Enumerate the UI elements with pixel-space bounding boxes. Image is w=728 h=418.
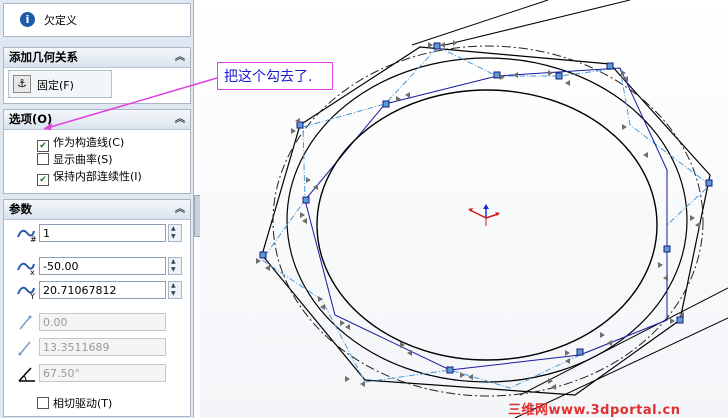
spline-x-coordinate-icon: x <box>16 258 38 277</box>
spline-point[interactable] <box>576 348 584 356</box>
spline-point[interactable] <box>663 245 671 253</box>
x-coordinate-field[interactable]: -50.00 <box>39 257 166 275</box>
spline-point[interactable] <box>606 62 614 70</box>
show-curvature-label: 显示曲率(S) <box>53 153 113 166</box>
collapse-icon[interactable]: ︽ <box>175 200 185 219</box>
annotation-callout: 把这个勾去了. <box>217 62 333 90</box>
tangent-radial-icon <box>16 339 38 357</box>
svg-text:Y: Y <box>29 292 35 300</box>
add-relations-title: 添加几何关系 <box>9 50 78 64</box>
point-number-spinner[interactable] <box>168 224 182 242</box>
x-coordinate-spinner[interactable] <box>168 257 182 275</box>
y-coordinate-spinner[interactable] <box>168 281 182 299</box>
spline-point-number-icon: # <box>16 225 38 244</box>
collapse-icon[interactable]: ︽ <box>175 48 185 67</box>
checkbox-unchecked-icon <box>37 397 49 409</box>
construction-checkbox[interactable]: ✔ 作为构造线(C) <box>37 134 124 152</box>
construction-label: 作为构造线(C) <box>53 136 125 149</box>
options-group: 选项(O) ︽ ✔ 作为构造线(C) 显示曲率(S) ✔ 保持内部连续性(I) <box>3 109 191 194</box>
spline-point[interactable] <box>259 251 267 259</box>
parameters-header[interactable]: 参数 ︽ <box>4 200 190 220</box>
collapse-icon[interactable]: ︽ <box>175 110 185 129</box>
spline-point[interactable] <box>302 196 310 204</box>
show-curvature-checkbox[interactable]: 显示曲率(S) <box>37 151 113 167</box>
tangent-radial-field: 13.3511689 <box>39 338 166 356</box>
info-icon: i <box>20 12 35 27</box>
keep-continuity-checkbox[interactable]: ✔ 保持内部连续性(I) <box>37 168 142 186</box>
svg-text:x: x <box>30 268 35 276</box>
fix-relation-item[interactable]: ⚓ 固定(F) <box>8 70 112 98</box>
checkbox-checked-icon: ✔ <box>37 174 49 186</box>
spline-point[interactable] <box>493 71 501 79</box>
keep-continuity-label: 保持内部连续性(I) <box>53 170 142 183</box>
tangent-weight-field: 0.00 <box>39 313 166 331</box>
spline-point[interactable] <box>705 179 713 187</box>
tangent-driving-label: 相切驱动(T) <box>53 397 113 410</box>
tangent-weight-icon <box>16 314 38 332</box>
tangent-driving-checkbox[interactable]: 相切驱动(T) <box>37 395 112 411</box>
options-title: 选项(O) <box>9 112 53 126</box>
spline-point[interactable] <box>433 42 441 50</box>
status-label: 欠定义 <box>44 14 77 27</box>
parameters-group: 参数 ︽ # 1 x -50.00 Y 20.71067812 0.00 13.… <box>3 199 191 417</box>
property-manager-panel: i 欠定义 添加几何关系 ︽ ⚓ 固定(F) 选项(O) ︽ ✔ 作为构造线(C)… <box>0 0 194 418</box>
spline-point[interactable] <box>676 316 684 324</box>
svg-text:#: # <box>30 235 37 243</box>
tangent-angle-field: 67.50° <box>39 364 166 382</box>
fix-relation-icon: ⚓ <box>13 75 31 93</box>
parameters-title: 参数 <box>9 202 32 216</box>
fix-relation-label: 固定(F) <box>37 79 74 92</box>
status-box: i 欠定义 <box>3 3 191 37</box>
point-number-field[interactable]: 1 <box>39 224 166 242</box>
add-relations-header[interactable]: 添加几何关系 ︽ <box>4 48 190 68</box>
spline-point[interactable] <box>555 72 563 80</box>
options-header[interactable]: 选项(O) ︽ <box>4 110 190 130</box>
spline-point[interactable] <box>382 100 390 108</box>
add-relations-group: 添加几何关系 ︽ ⚓ 固定(F) <box>3 47 191 104</box>
spline-y-coordinate-icon: Y <box>16 282 38 301</box>
spline-point[interactable] <box>446 366 454 374</box>
checkbox-unchecked-icon <box>37 153 49 165</box>
angle-icon <box>16 365 38 383</box>
watermark-text: 三维网www.3dportal.cn <box>508 403 681 418</box>
y-coordinate-field[interactable]: 20.71067812 <box>39 281 166 299</box>
